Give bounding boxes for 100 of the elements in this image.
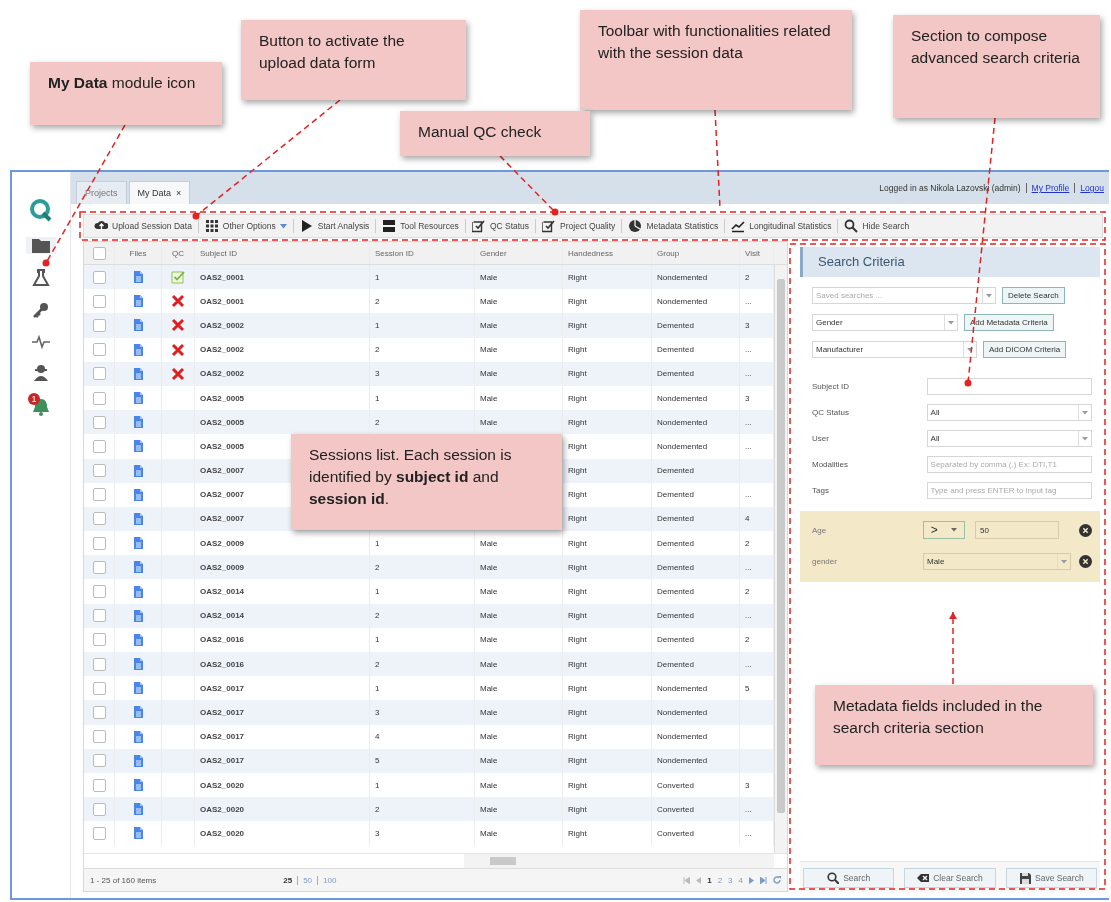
file-icon[interactable] — [132, 536, 144, 551]
checkbox[interactable] — [92, 609, 106, 623]
tab[interactable]: Projects — [76, 181, 127, 204]
tab[interactable]: My Data × — [128, 181, 191, 204]
file-icon[interactable] — [132, 318, 144, 333]
input-field[interactable]: Type and press ENTER to input tag — [926, 482, 1092, 499]
toolbar-button[interactable]: Longitudinal Statistics — [725, 219, 839, 233]
file-icon[interactable] — [132, 511, 144, 526]
column-header[interactable]: Files — [115, 242, 162, 264]
checkbox[interactable] — [92, 560, 106, 574]
file-icon[interactable] — [132, 342, 144, 357]
remove-icon[interactable] — [1079, 555, 1092, 568]
checkbox[interactable] — [92, 778, 106, 792]
toolbar-button[interactable]: Start Analysis — [293, 219, 377, 233]
button[interactable]: Clear Search — [904, 868, 996, 888]
checkbox[interactable] — [92, 439, 106, 453]
folder-icon[interactable] — [31, 237, 51, 254]
checkbox[interactable] — [92, 585, 106, 599]
file-icon[interactable] — [132, 560, 144, 575]
file-icon[interactable] — [132, 463, 144, 478]
checkbox[interactable] — [92, 512, 106, 526]
refresh-icon[interactable] — [773, 876, 781, 884]
checkbox[interactable] — [92, 488, 106, 502]
toolbar-button[interactable]: Other Options — [198, 219, 294, 233]
previous-page-icon[interactable] — [696, 876, 702, 884]
column-header[interactable]: Session ID — [370, 242, 475, 264]
column-header[interactable]: Gender — [475, 242, 563, 264]
file-icon[interactable] — [132, 681, 144, 696]
scrollbar[interactable] — [774, 265, 787, 853]
file-icon[interactable] — [132, 366, 144, 381]
checkbox[interactable] — [92, 343, 106, 357]
checkbox[interactable] — [92, 633, 106, 647]
checkbox[interactable] — [92, 705, 106, 719]
checkbox[interactable] — [92, 367, 106, 381]
operator-dropdown[interactable]: > — [923, 521, 965, 539]
file-icon[interactable] — [132, 705, 144, 720]
checkbox[interactable] — [92, 391, 106, 405]
toolbar-button[interactable]: Project Quality — [536, 219, 623, 233]
file-icon[interactable] — [132, 608, 144, 623]
checkbox[interactable] — [92, 270, 106, 284]
file-icon[interactable] — [132, 270, 144, 285]
toolbar-button[interactable]: Hide Search — [838, 219, 916, 233]
file-icon[interactable] — [132, 391, 144, 406]
dropdown[interactable]: Gender — [812, 314, 958, 331]
checkbox[interactable] — [92, 730, 106, 744]
file-icon[interactable] — [132, 657, 144, 672]
logo-icon[interactable] — [29, 198, 53, 222]
checkbox[interactable] — [92, 681, 106, 695]
page-size-link[interactable]: 25 — [278, 875, 298, 885]
file-icon[interactable] — [132, 584, 144, 599]
toolbar-button[interactable]: Upload Session Data — [88, 219, 199, 233]
remove-icon[interactable] — [1079, 523, 1092, 537]
column-header[interactable]: Group — [652, 242, 740, 264]
button[interactable]: Search — [803, 868, 895, 888]
dropdown[interactable]: All — [926, 404, 1092, 421]
bell-icon[interactable] — [31, 397, 51, 417]
column-header[interactable]: Handedness — [563, 242, 652, 264]
toolbar-button[interactable]: QC Status — [465, 219, 537, 233]
link[interactable]: My Profile — [1025, 183, 1075, 193]
checkbox[interactable] — [92, 246, 106, 260]
file-icon[interactable] — [132, 802, 144, 817]
dropdown[interactable]: Male — [923, 553, 1071, 570]
file-icon[interactable] — [132, 826, 144, 841]
toolbar-button[interactable]: Metadata Statistics — [622, 219, 726, 233]
flask-icon[interactable] — [32, 269, 50, 287]
input-field[interactable]: 50 — [975, 521, 1059, 539]
scrollbar[interactable] — [464, 854, 774, 868]
last-page-icon[interactable] — [760, 876, 767, 884]
checkbox[interactable] — [92, 826, 106, 840]
checkbox[interactable] — [92, 754, 106, 768]
column-header[interactable]: QC — [162, 242, 195, 264]
key-icon[interactable] — [32, 302, 50, 320]
first-page-icon[interactable] — [683, 876, 691, 884]
column-header[interactable]: Subject ID — [195, 242, 370, 264]
file-icon[interactable] — [132, 729, 144, 744]
pulse-icon[interactable] — [31, 335, 51, 349]
file-icon[interactable] — [132, 439, 144, 454]
file-icon[interactable] — [132, 778, 144, 793]
checkbox[interactable] — [92, 536, 106, 550]
checkbox[interactable] — [92, 464, 106, 478]
toolbar-button[interactable]: Tool Resources — [376, 219, 466, 233]
input-field[interactable] — [926, 378, 1092, 395]
file-icon[interactable] — [132, 415, 144, 430]
button[interactable]: Add Metadata Criteria — [964, 314, 1054, 331]
input-field[interactable]: Separated by comma (,) Ex: DTI,T1 — [926, 456, 1092, 473]
dropdown[interactable]: All — [926, 430, 1092, 447]
close-button[interactable]: × — [176, 182, 182, 204]
page-link[interactable]: 1 — [707, 875, 712, 885]
button[interactable]: Delete Search — [1002, 287, 1065, 304]
link[interactable]: Logou — [1074, 183, 1109, 193]
button[interactable]: Add DICOM Criteria — [983, 341, 1067, 358]
checkbox[interactable] — [92, 802, 106, 816]
file-icon[interactable] — [132, 753, 144, 768]
checkbox[interactable] — [92, 415, 106, 429]
file-icon[interactable] — [132, 632, 144, 647]
column-header[interactable]: Visit — [740, 242, 774, 264]
file-icon[interactable] — [132, 294, 144, 309]
checkbox[interactable] — [92, 318, 106, 332]
button[interactable]: Save Search — [1005, 868, 1097, 888]
dropdown[interactable]: Manufacturer — [812, 341, 977, 358]
